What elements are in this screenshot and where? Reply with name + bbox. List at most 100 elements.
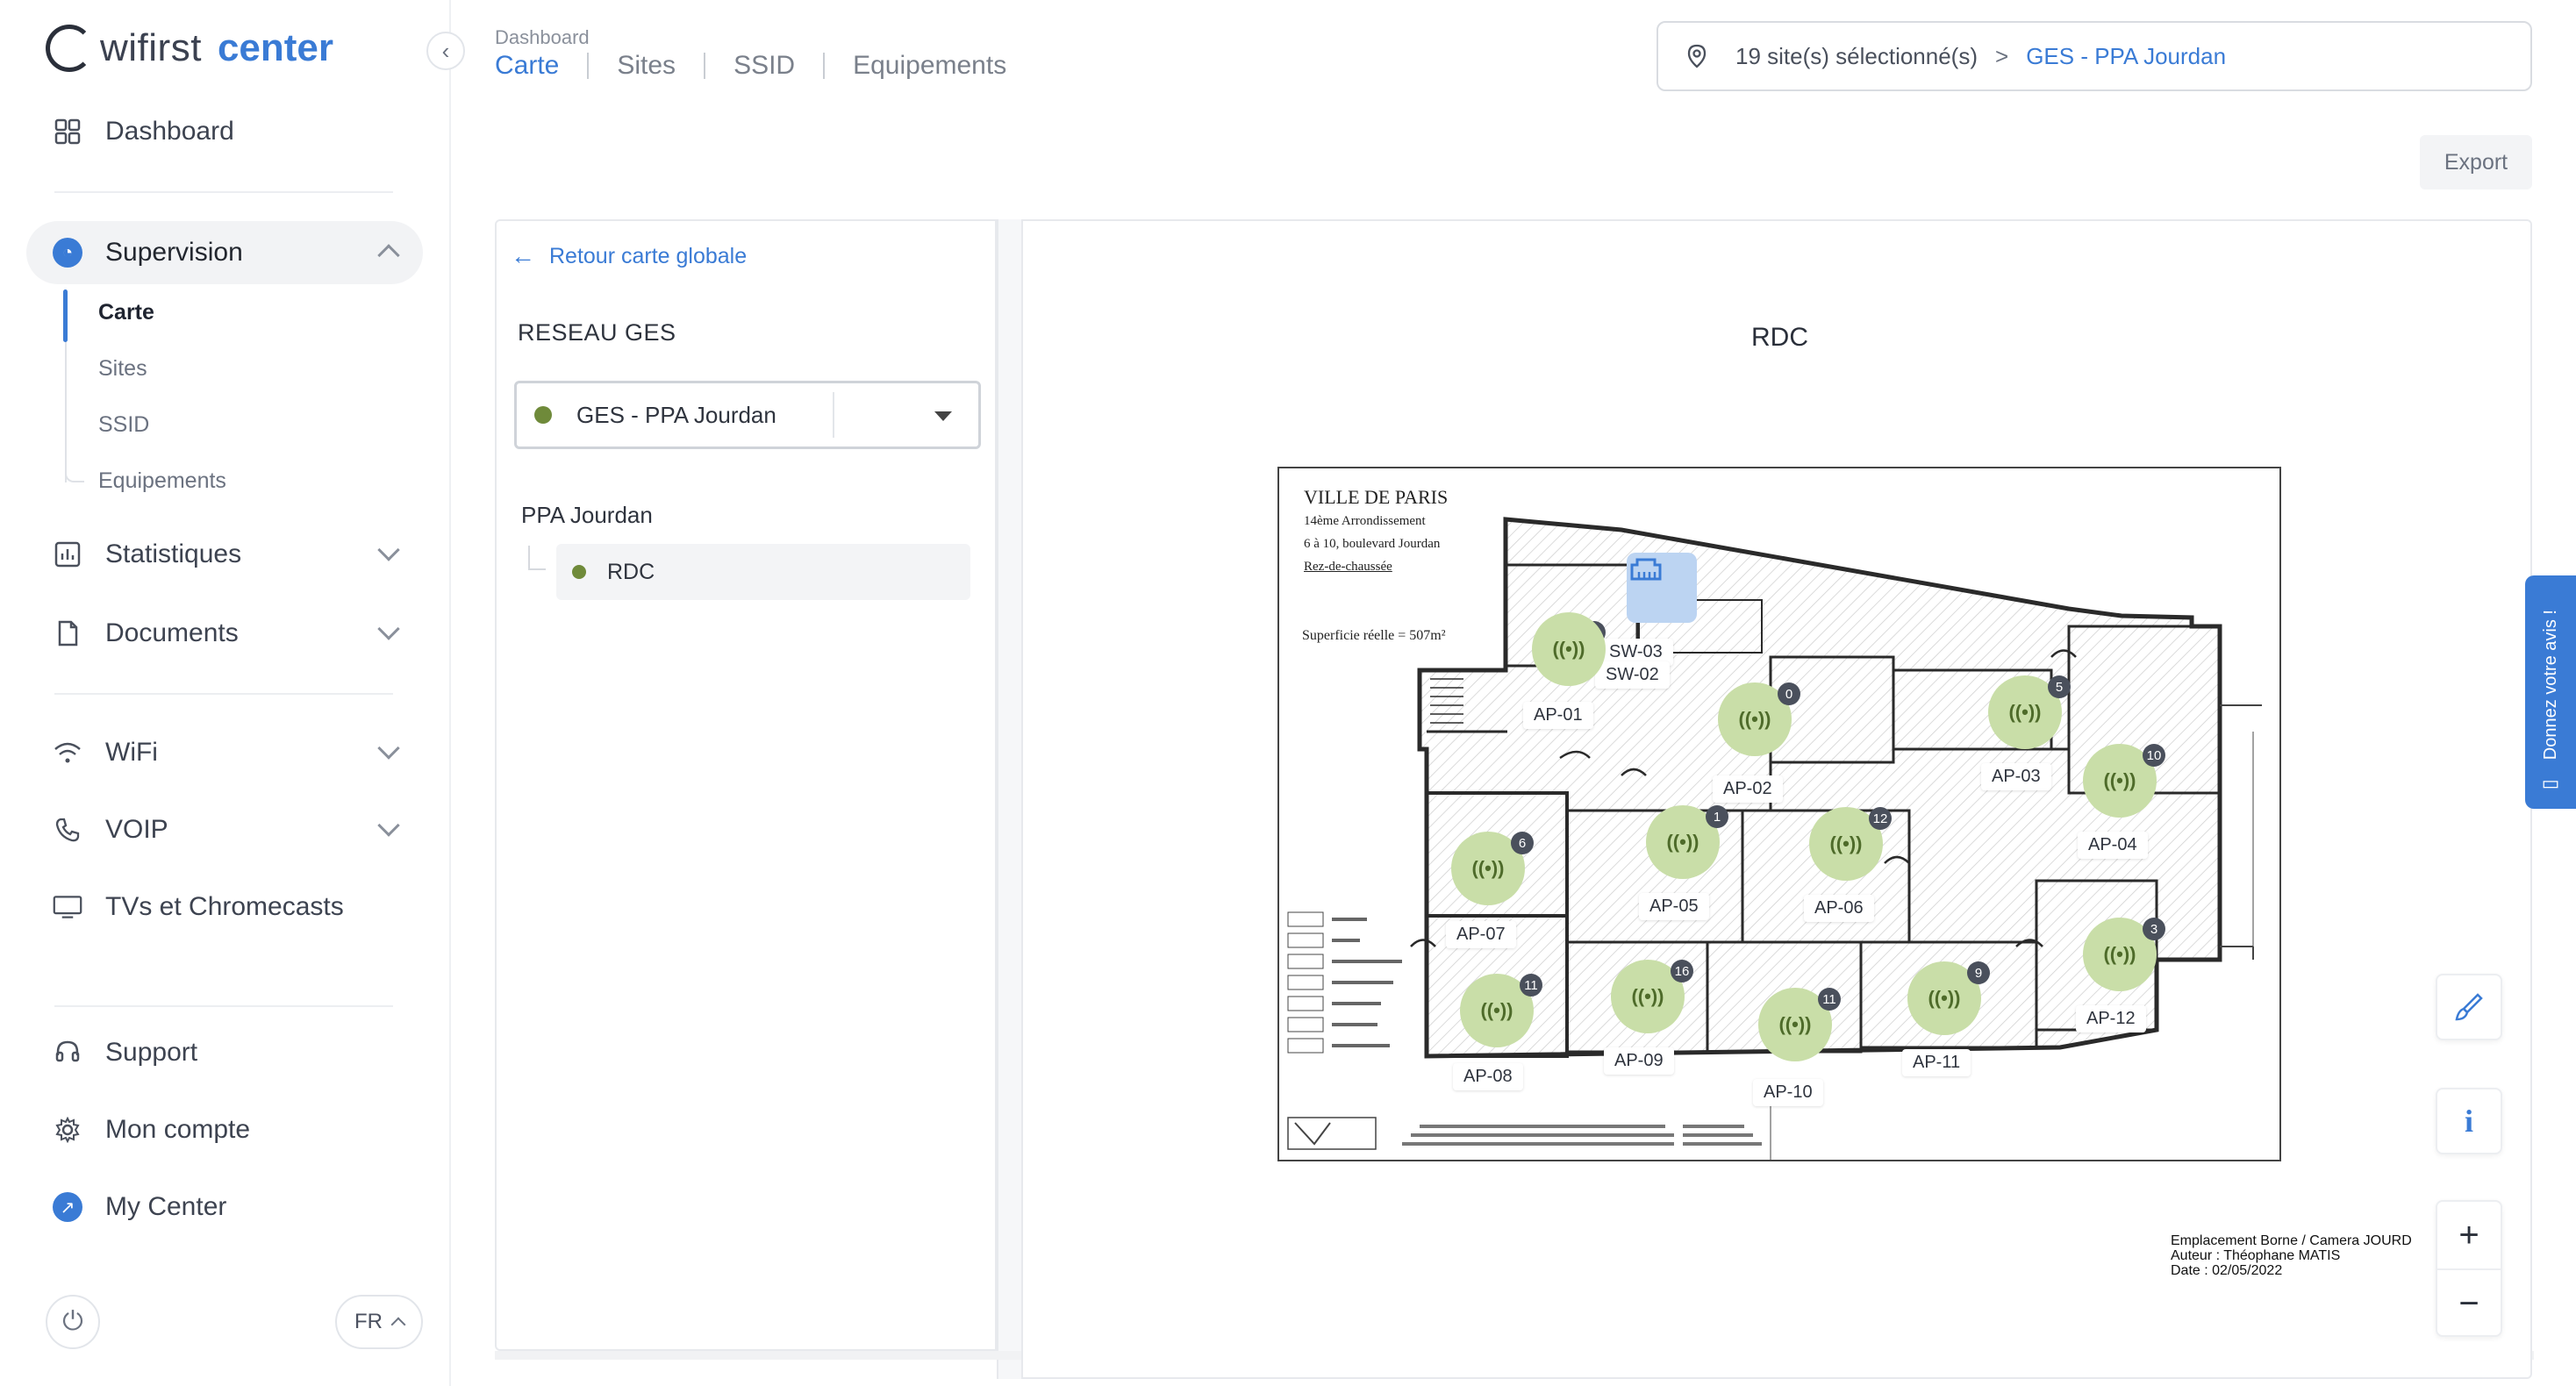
- ap-label[interactable]: AP-08: [1453, 1063, 1523, 1090]
- grid-icon: [53, 117, 82, 146]
- tree-root[interactable]: PPA Jourdan: [521, 502, 653, 529]
- ap-badge: 6: [1511, 832, 1534, 854]
- logo[interactable]: wifirst center: [46, 25, 333, 72]
- headset-icon: [53, 1038, 82, 1068]
- ap-label[interactable]: AP-02: [1713, 775, 1783, 803]
- feedback-tab[interactable]: Donnez votre avis ! ▭: [2525, 575, 2576, 809]
- ap-badge: 12: [1869, 807, 1892, 830]
- chat-icon: ▭: [2541, 772, 2560, 794]
- status-dot: [534, 406, 552, 424]
- tab-carte[interactable]: Carte: [495, 51, 559, 81]
- subnav-equipements[interactable]: Equipements: [98, 468, 226, 494]
- feedback-label: Donnez votre avis !: [2540, 609, 2560, 760]
- map-panel: RDC VILLE DE PARIS 14ème Arrondissement …: [1021, 219, 2532, 1379]
- chevron-right-icon: >: [1995, 42, 2009, 69]
- info-button[interactable]: i: [2436, 1088, 2502, 1154]
- legend-line: Auteur : Théophane MATIS: [2171, 1248, 2341, 1263]
- nav-support[interactable]: Support: [26, 1021, 423, 1084]
- floor-title: RDC: [1751, 323, 1808, 352]
- ap-label[interactable]: AP-06: [1804, 895, 1874, 922]
- language-selector[interactable]: FR: [335, 1295, 423, 1349]
- nav-wifi[interactable]: WiFi: [26, 721, 423, 784]
- nav-voip-label: VOIP: [105, 815, 168, 844]
- zoom-out-button[interactable]: −: [2437, 1270, 2501, 1337]
- nav-voip[interactable]: VOIP: [26, 798, 423, 861]
- nav-statistiques-label: Statistiques: [105, 539, 242, 568]
- nav-wifi-label: WiFi: [105, 738, 158, 767]
- tab-sites[interactable]: Sites: [617, 51, 676, 81]
- power-icon: ⏻: [62, 1307, 83, 1336]
- nav-divider: [54, 693, 393, 695]
- nav-divider: [54, 1005, 393, 1007]
- ap-badge: 5: [2048, 675, 2071, 698]
- chevron-down-icon: [377, 539, 400, 561]
- nav-tvs[interactable]: TVs et Chromecasts: [26, 875, 423, 939]
- ap-badge: 11: [1818, 988, 1841, 1011]
- nav-divider: [54, 191, 393, 193]
- network-select[interactable]: GES - PPA Jourdan: [514, 381, 981, 449]
- plan-floor: Rez-de-chaussée: [1304, 560, 1392, 574]
- location-pin-icon: [1687, 44, 1707, 68]
- logo-mark-icon: [46, 25, 93, 72]
- ap-label[interactable]: AP-09: [1604, 1047, 1674, 1075]
- ap-label[interactable]: AP-07: [1446, 921, 1516, 948]
- ap-label[interactable]: AP-12: [2076, 1005, 2146, 1032]
- map-legend-note: Emplacement Borne / Camera JOURD Auteur …: [2171, 1233, 2412, 1278]
- power-button[interactable]: ⏻: [46, 1295, 100, 1349]
- site-selector[interactable]: 19 site(s) sélectionné(s) > GES - PPA Jo…: [1657, 21, 2532, 91]
- access-point-icon[interactable]: ((•)): [1532, 612, 1606, 686]
- nav-tvs-label: TVs et Chromecasts: [105, 892, 344, 921]
- ap-label[interactable]: AP-11: [1902, 1049, 1971, 1076]
- nav-dashboard[interactable]: Dashboard: [26, 100, 423, 163]
- switch-label[interactable]: SW-02: [1595, 661, 1670, 689]
- nav-my-center-label: My Center: [105, 1192, 227, 1221]
- ap-label[interactable]: AP-01: [1523, 702, 1593, 729]
- tree-connector: [528, 546, 546, 570]
- subnav-carte[interactable]: Carte: [98, 300, 154, 325]
- site-current[interactable]: GES - PPA Jourdan: [2026, 43, 2226, 70]
- subnav-sites[interactable]: Sites: [98, 356, 147, 382]
- export-button[interactable]: Export: [2420, 135, 2532, 189]
- ap-badge: 16: [1671, 960, 1693, 982]
- logo-word: wifirst: [100, 26, 202, 69]
- tv-icon: [53, 892, 82, 922]
- chevron-up-icon: [377, 244, 400, 267]
- nav-documents[interactable]: Documents: [26, 602, 423, 665]
- select-separator: [833, 392, 834, 438]
- file-icon: [53, 618, 82, 648]
- brush-icon: [2455, 993, 2483, 1021]
- language-label: FR: [354, 1310, 383, 1333]
- back-to-global-map-link[interactable]: ← Retour carte globale: [511, 242, 747, 270]
- nav-supervision[interactable]: ◔ Supervision: [26, 221, 423, 284]
- switch-icon[interactable]: [1627, 553, 1697, 623]
- legend-line: Emplacement Borne / Camera JOURD: [2171, 1233, 2412, 1248]
- breadcrumb[interactable]: Dashboard: [495, 26, 590, 49]
- tab-ssid[interactable]: SSID: [733, 51, 795, 81]
- tab-equipements[interactable]: Equipements: [853, 51, 1006, 81]
- zoom-in-button[interactable]: +: [2437, 1202, 2501, 1268]
- floor-plan[interactable]: VILLE DE PARIS 14ème Arrondissement 6 à …: [1277, 467, 2281, 1161]
- plan-address: 6 à 10, boulevard Jourdan: [1304, 537, 1441, 551]
- panel-divider[interactable]: [997, 219, 1021, 1379]
- chevron-up-icon: [390, 1317, 406, 1332]
- collapse-sidebar-button[interactable]: ‹: [426, 32, 465, 70]
- ap-label[interactable]: AP-04: [2078, 832, 2148, 859]
- nav-my-center[interactable]: ↗ My Center: [26, 1175, 423, 1239]
- nav-mon-compte[interactable]: Mon compte: [26, 1098, 423, 1161]
- tree-item-rdc[interactable]: RDC: [556, 544, 970, 600]
- nav-documents-label: Documents: [105, 618, 239, 647]
- nav-dashboard-label: Dashboard: [105, 117, 234, 146]
- nav-supervision-label: Supervision: [105, 238, 243, 267]
- ap-label[interactable]: AP-05: [1639, 893, 1709, 920]
- network-panel: ← Retour carte globale RESEAU GES GES - …: [495, 219, 997, 1351]
- ap-label[interactable]: AP-10: [1753, 1079, 1823, 1106]
- plan-subtitle: 14ème Arrondissement: [1304, 514, 1426, 528]
- ap-label[interactable]: AP-03: [1981, 763, 2051, 790]
- sidebar: wifirst center Dashboard ◔ Supervision C…: [0, 0, 451, 1386]
- nav-support-label: Support: [105, 1038, 198, 1067]
- edit-button[interactable]: [2436, 974, 2502, 1040]
- nav-statistiques[interactable]: Statistiques: [26, 523, 423, 586]
- chevron-left-icon: ‹: [441, 37, 450, 64]
- ap-badge: 9: [1967, 961, 1990, 984]
- subnav-ssid[interactable]: SSID: [98, 412, 149, 438]
